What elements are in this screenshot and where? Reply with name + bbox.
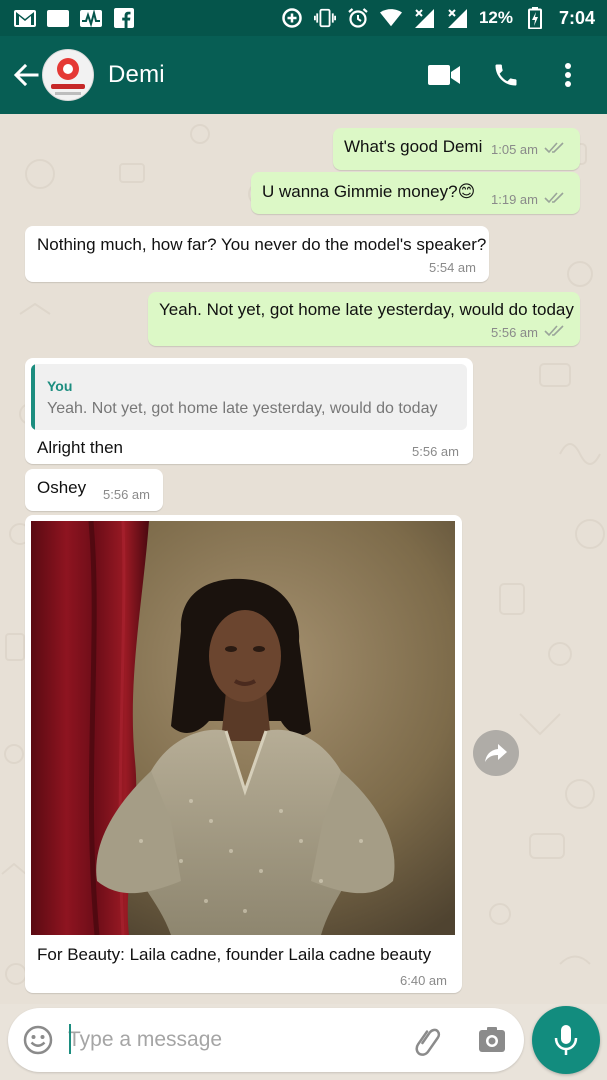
contact-name[interactable]: Demi (108, 61, 165, 89)
message-input[interactable] (68, 1022, 398, 1058)
message-time: 5:56 am (412, 444, 459, 459)
phone-icon[interactable] (489, 58, 523, 92)
alarm-icon (347, 8, 369, 28)
image-caption: For Beauty: Laila cadne, founder Laila c… (37, 945, 432, 964)
forward-icon[interactable] (473, 730, 519, 776)
image-message[interactable]: For Beauty: Laila cadne, founder Laila c… (25, 515, 462, 993)
emoji-icon[interactable] (22, 1024, 54, 1056)
message-composer (8, 1008, 524, 1072)
activity-app-icon (80, 8, 102, 28)
double-check-icon (544, 142, 566, 157)
message-text: Nothing much, how far? You never do the … (37, 235, 487, 254)
camera-icon[interactable] (476, 1024, 508, 1056)
message-time: 5:54 am (429, 260, 476, 275)
message-bubble-outgoing[interactable]: What's good Demi 1:05 am (333, 128, 580, 170)
more-vert-icon[interactable] (551, 58, 585, 92)
message-time: 5:56 am (491, 325, 538, 340)
quoted-reply[interactable]: You Yeah. Not yet, got home late yesterd… (31, 364, 467, 430)
message-photo[interactable] (31, 521, 455, 935)
vibrate-icon (313, 8, 336, 28)
gmail-icon (14, 8, 36, 28)
ge-app-icon (47, 8, 69, 28)
battery-icon (524, 7, 546, 29)
clock: 7:04 (558, 7, 595, 28)
message-time: 6:40 am (400, 973, 447, 988)
data-saver-icon (281, 8, 303, 28)
status-bar: 12% 7:04 (0, 0, 607, 36)
message-bubble-outgoing[interactable]: Yeah. Not yet, got home late yesterday, … (148, 292, 580, 346)
back-arrow-icon[interactable] (8, 57, 44, 93)
message-text: U wanna Gimmie money?😊 (262, 182, 476, 201)
double-check-icon (544, 192, 566, 207)
attach-icon[interactable] (412, 1024, 444, 1056)
signal-x-icon (413, 8, 435, 28)
message-text: Alright then (37, 438, 123, 457)
message-text: Oshey (37, 478, 87, 497)
battery-percent: 12% (478, 8, 513, 27)
wifi-icon (379, 8, 402, 28)
chat-area[interactable]: What's good Demi 1:05 am U wanna Gimmie … (0, 114, 607, 1004)
message-bubble-incoming[interactable]: Nothing much, how far? You never do the … (25, 226, 489, 282)
message-bubble-outgoing[interactable]: U wanna Gimmie money?😊 1:19 am (251, 172, 580, 214)
message-time: 1:05 am (491, 142, 538, 157)
message-time: 1:19 am (491, 192, 538, 207)
message-text: Yeah. Not yet, got home late yesterday, … (159, 300, 574, 319)
quoted-author: You (47, 378, 73, 394)
quoted-text: Yeah. Not yet, got home late yesterday, … (47, 400, 438, 417)
portrait-illustration (31, 521, 455, 935)
text-cursor (69, 1024, 71, 1054)
signal-icon (446, 8, 468, 28)
message-text: What's good Demi (344, 137, 483, 156)
avatar[interactable] (42, 49, 94, 101)
message-bubble-incoming[interactable]: You Yeah. Not yet, got home late yesterd… (25, 358, 473, 464)
message-bubble-incoming[interactable]: Oshey 5:56 am (25, 469, 163, 511)
mic-icon[interactable] (532, 1006, 600, 1074)
double-check-icon (544, 325, 566, 340)
message-time: 5:56 am (103, 487, 150, 502)
facebook-icon (113, 8, 135, 28)
chat-header: Demi (0, 36, 607, 114)
video-call-icon[interactable] (427, 58, 461, 92)
